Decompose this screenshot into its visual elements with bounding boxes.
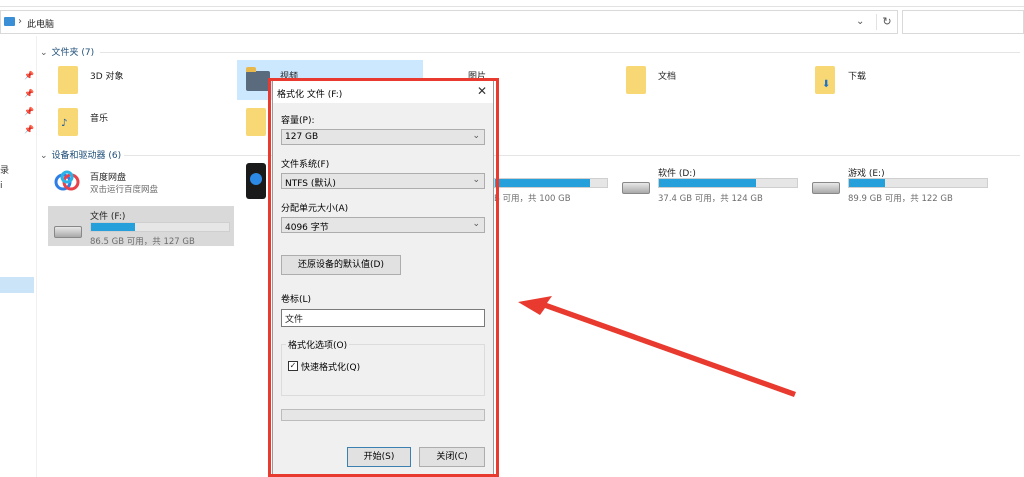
arrow-shape: [518, 296, 796, 397]
annotation-arrow: [518, 296, 796, 397]
